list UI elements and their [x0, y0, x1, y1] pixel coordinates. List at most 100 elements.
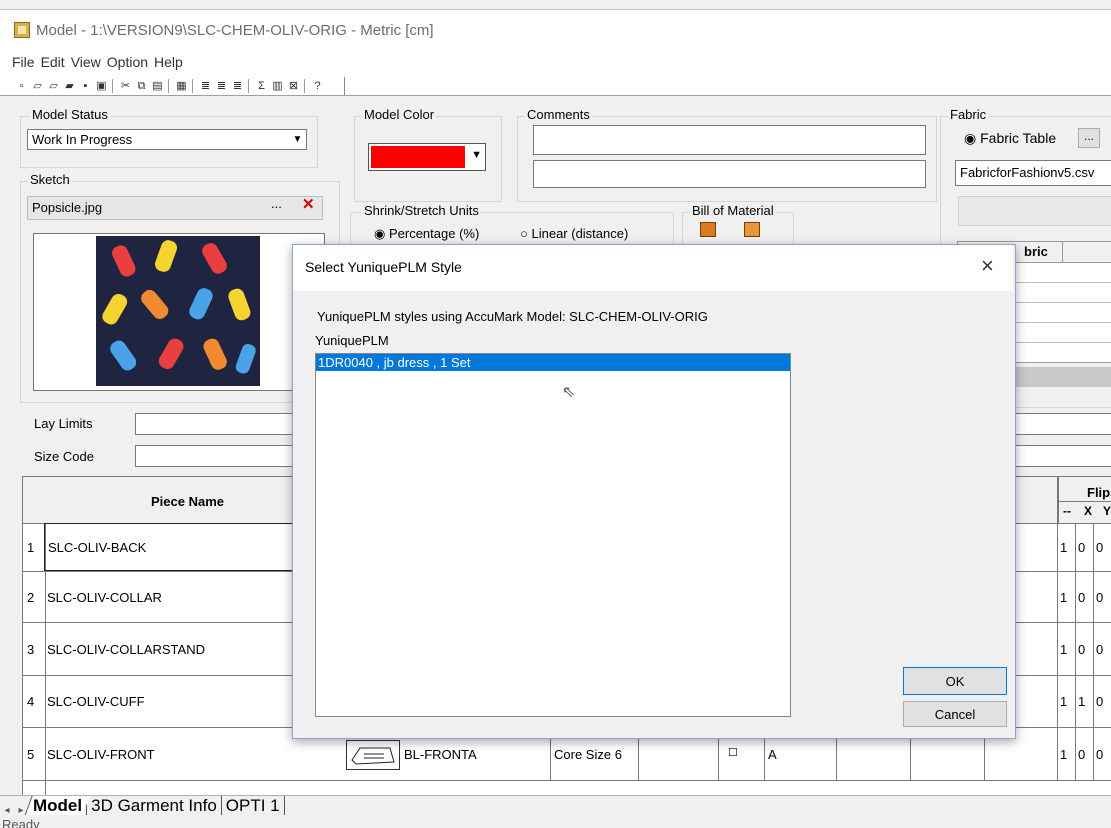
piece-checkbox[interactable]: ☐ — [728, 746, 738, 759]
radio-unselected-icon: ○ — [520, 226, 528, 241]
piece-name: SLC-OLIV-COLLARSTAND — [47, 642, 205, 657]
fabric-table-label: Fabric Table — [980, 130, 1057, 146]
browse-icon[interactable]: ▰ — [62, 79, 77, 93]
menu-edit[interactable]: Edit — [41, 54, 65, 72]
save-icon[interactable]: ▪ — [78, 79, 93, 93]
fabric-table-radio[interactable]: ◉ Fabric Table — [964, 130, 1056, 147]
sketch-browse-button[interactable]: ... — [271, 196, 282, 211]
toolbar-separator — [192, 79, 195, 93]
shrink-linear-label: Linear (distance) — [531, 226, 629, 241]
cancel-button[interactable]: Cancel — [903, 701, 1007, 727]
piece-thumbnail — [346, 740, 400, 770]
window-title-bar: Model - 1:\VERSION9\SLC-CHEM-OLIV-ORIG -… — [14, 20, 434, 40]
clear-icon[interactable]: ⊠ — [286, 79, 301, 93]
category-value: A — [768, 747, 777, 762]
menu-bar: File Edit View Option Help — [0, 54, 183, 72]
sketch-label: Sketch — [28, 172, 72, 187]
piece-name-cell[interactable]: SLC-OLIV-BACK — [44, 523, 294, 571]
flip-value: 1 — [1060, 590, 1068, 605]
app-icon — [14, 22, 30, 38]
piece-name: SLC-OLIV-BACK — [48, 540, 147, 555]
delete-row-icon[interactable]: ≣ — [230, 79, 245, 93]
row-number: 4 — [27, 694, 35, 709]
dialog-title-bar: Select YuniquePLM Style × — [293, 245, 1013, 291]
bom-export-icon[interactable] — [744, 222, 760, 237]
shrink-label: Shrink/Stretch Units — [362, 203, 481, 218]
piece-name: SLC-OLIV-CUFF — [47, 694, 145, 709]
menu-option[interactable]: Option — [107, 54, 148, 72]
close-icon[interactable]: × — [981, 253, 994, 279]
comments-label: Comments — [525, 107, 592, 122]
fabric-column-header: bric — [1024, 244, 1048, 259]
model-status-select[interactable]: Work In Progress ▼ — [27, 129, 307, 150]
style-list-label: YuniquePLM — [315, 333, 389, 348]
open-folder-icon[interactable]: ▱ — [46, 79, 61, 93]
tab-3d-garment-info[interactable]: 3D Garment Info — [86, 796, 221, 816]
column-divider — [1058, 501, 1111, 502]
print-icon[interactable]: ▦ — [174, 79, 189, 93]
piece-name: SLC-OLIV-COLLAR — [47, 590, 162, 605]
flip-col-dash: -- — [1063, 504, 1071, 518]
append-row-icon[interactable]: ≣ — [214, 79, 229, 93]
column-divider — [1058, 477, 1059, 523]
model-color-picker[interactable]: ▼ — [368, 143, 486, 171]
tab-model[interactable]: Model — [24, 796, 90, 816]
model-status-value: Work In Progress — [32, 132, 133, 147]
flip-value: 0 — [1096, 694, 1104, 709]
sketch-remove-icon[interactable]: ✕ — [302, 195, 315, 213]
size-value: Core Size 6 — [554, 747, 622, 762]
help-icon[interactable]: ? — [310, 79, 325, 93]
model-color-swatch — [371, 146, 465, 168]
flip-value: 0 — [1078, 642, 1086, 657]
menu-file[interactable]: File — [12, 54, 35, 72]
menu-help[interactable]: Help — [154, 54, 183, 72]
fabric-column-divider — [1062, 242, 1063, 262]
menu-view[interactable]: View — [71, 54, 101, 72]
window-title: Model - 1:\VERSION9\SLC-CHEM-OLIV-ORIG -… — [36, 21, 434, 39]
fabric-scrollbar[interactable] — [1000, 367, 1111, 387]
shrink-linear-radio[interactable]: ○ Linear (distance) — [520, 226, 628, 241]
list-item[interactable]: 1DR0040 , jb dress , 1 Set — [316, 354, 790, 371]
flip-col-x: X — [1084, 504, 1093, 518]
fabric-file-field[interactable]: FabricforFashionv5.csv — [955, 160, 1111, 186]
toolbar-separator — [168, 79, 171, 93]
shrink-percentage-radio[interactable]: ◉ Percentage (%) — [374, 226, 479, 242]
sheet-tabs: ◂ ▸ Model 3D Garment Info OPTI 1 — [0, 795, 1111, 816]
row-number: 3 — [27, 642, 35, 657]
insert-row-icon[interactable]: ≣ — [198, 79, 213, 93]
row-number: 1 — [27, 540, 35, 555]
tab-opti-1[interactable]: OPTI 1 — [220, 796, 285, 816]
radio-selected-icon: ◉ — [374, 226, 386, 241]
cut-icon[interactable]: ✂ — [118, 79, 133, 93]
mouse-cursor-icon: ⇖ — [562, 384, 576, 401]
flip-value: 0 — [1078, 540, 1086, 555]
fabric-browse-button[interactable]: ... — [1078, 128, 1100, 148]
open-icon[interactable]: ▱ — [30, 79, 45, 93]
column-divider — [1057, 476, 1058, 781]
new-icon[interactable]: ▫ — [14, 79, 29, 93]
bom-import-icon[interactable] — [700, 222, 716, 237]
fill-icon[interactable]: ▥ — [270, 79, 285, 93]
popsicle-image — [96, 236, 260, 386]
paste-icon[interactable]: ▤ — [150, 79, 165, 93]
shrink-percentage-label: Percentage (%) — [388, 226, 480, 241]
flip-value: 1 — [1060, 540, 1068, 555]
sum-icon[interactable]: Σ — [254, 79, 269, 93]
tab-model-label: Model — [33, 796, 83, 815]
style-listbox[interactable]: 1DR0040 , jb dress , 1 Set ⇖ — [315, 353, 791, 717]
piece-file: BL-FRONTA — [404, 747, 477, 762]
flip-value: 1 — [1060, 747, 1068, 762]
status-bar: Ready — [0, 815, 1111, 828]
toolbar-separator — [248, 79, 251, 93]
copy-icon[interactable]: ⧉ — [134, 79, 149, 93]
bom-label: Bill of Material — [690, 203, 776, 218]
comment-input-2[interactable] — [533, 160, 926, 188]
save-all-icon[interactable]: ▣ — [94, 79, 109, 93]
dialog-title: Select YuniquePLM Style — [305, 259, 462, 275]
fabric-button-placeholder[interactable] — [958, 196, 1111, 226]
model-color-label: Model Color — [362, 107, 437, 122]
ok-button[interactable]: OK — [903, 667, 1007, 695]
flips-header: Flips — [1087, 485, 1111, 500]
comment-input-1[interactable] — [533, 125, 926, 155]
radio-selected-icon: ◉ — [964, 130, 977, 146]
